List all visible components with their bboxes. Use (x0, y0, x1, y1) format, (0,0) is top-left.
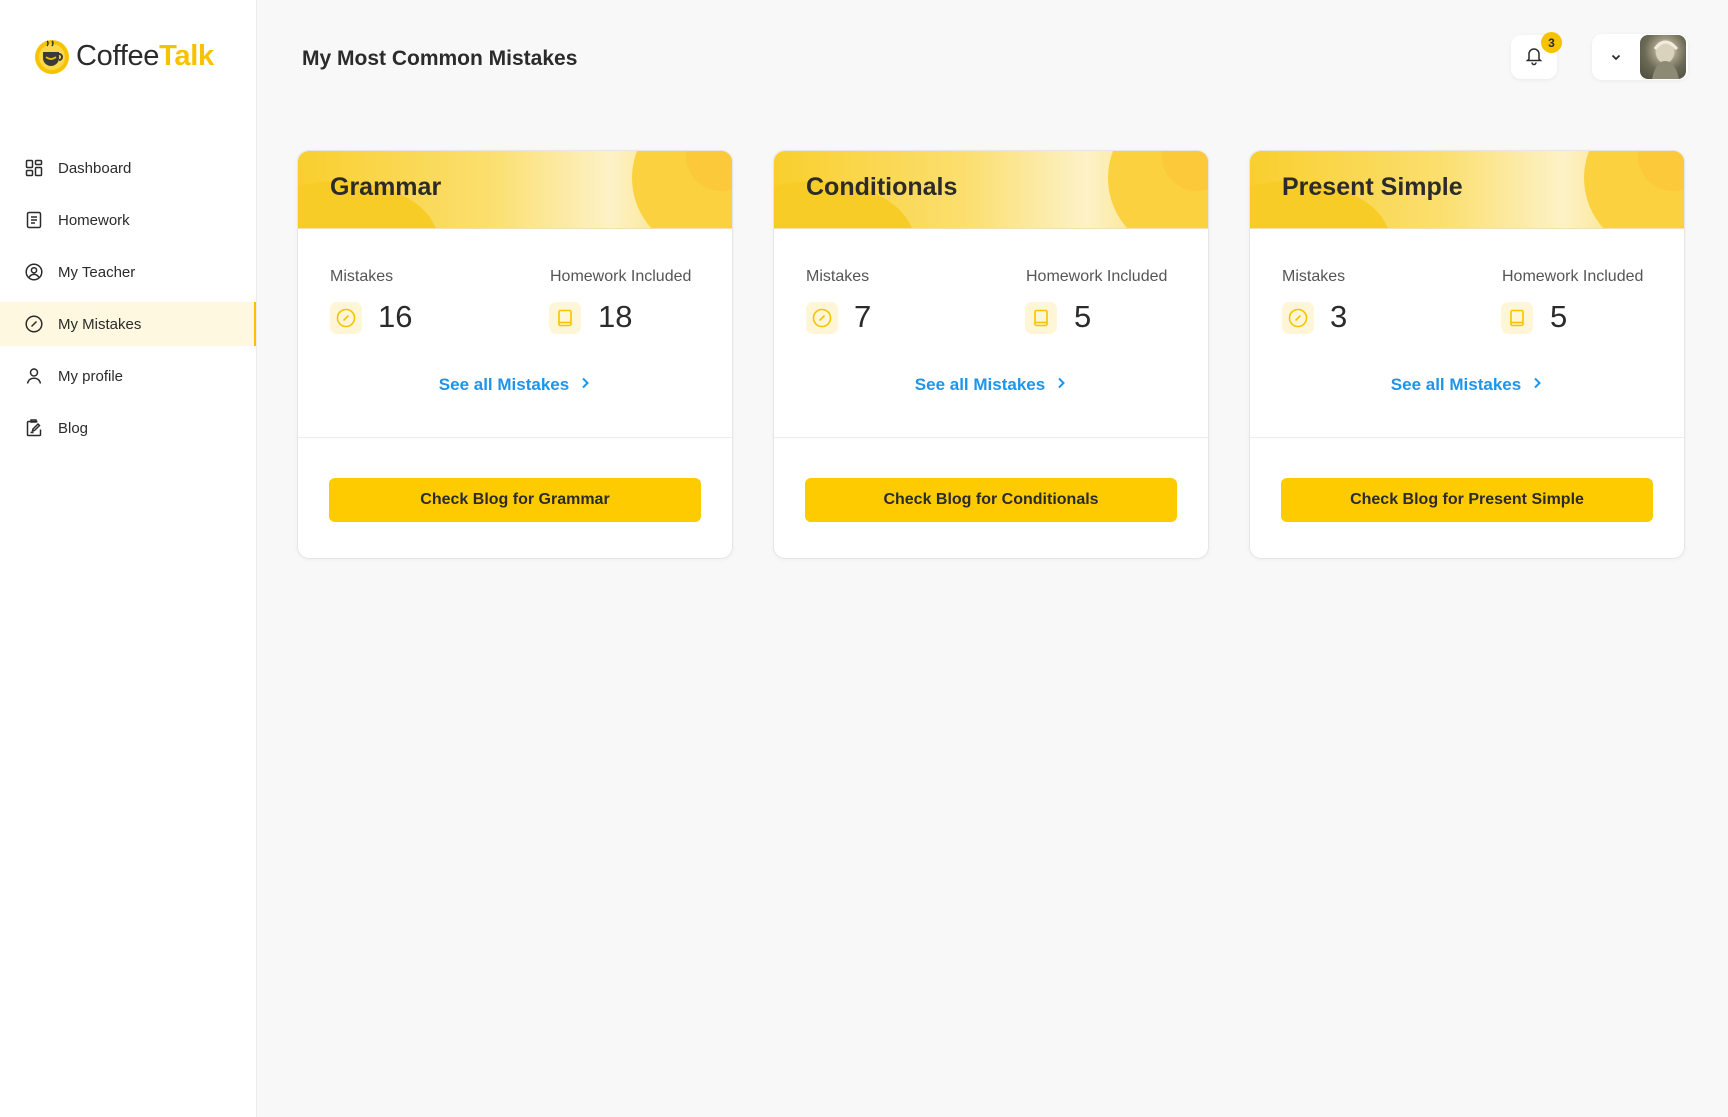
mistakes-label: Mistakes (806, 268, 870, 285)
card-header: Grammar (298, 151, 732, 229)
sidebar-item-label: My Mistakes (58, 315, 142, 333)
dashboard-icon (24, 158, 44, 178)
page-title: My Most Common Mistakes (302, 47, 578, 70)
blog-edit-icon (24, 418, 44, 438)
check-circle-icon (24, 314, 44, 334)
see-all-label: See all Mistakes (914, 375, 1046, 394)
sidebar-item-label: My Teacher (58, 263, 136, 281)
mistake-card-grammar: Grammar Mistakes Homework Included 16 18… (297, 150, 733, 559)
see-all-mistakes-link[interactable]: See all Mistakes (774, 375, 1208, 395)
logo-text-talk: Talk (159, 39, 214, 72)
homework-count: 5 (1074, 299, 1092, 334)
coffee-cup-logo-icon (32, 36, 72, 76)
see-all-label: See all Mistakes (1390, 375, 1522, 394)
sidebar: CoffeeTalk Dashboard Homework My Teacher… (0, 0, 257, 1117)
homework-label: Homework Included (550, 268, 692, 285)
sidebar-item-label: Homework (58, 211, 130, 229)
avatar (1640, 35, 1686, 79)
sidebar-item-my-mistakes[interactable]: My Mistakes (0, 302, 256, 346)
sidebar-item-blog[interactable]: Blog (0, 406, 256, 450)
user-icon (24, 366, 44, 386)
logo-text-coffee: Coffee (76, 39, 160, 72)
book-icon (1025, 302, 1057, 334)
card-title: Grammar (330, 173, 442, 201)
book-icon (549, 302, 581, 334)
chevron-right-icon (1531, 375, 1543, 395)
see-all-mistakes-link[interactable]: See all Mistakes (1250, 375, 1684, 395)
sidebar-nav: Dashboard Homework My Teacher My Mistake… (0, 146, 256, 458)
card-header: Conditionals (774, 151, 1208, 229)
user-menu-button[interactable] (1592, 34, 1688, 80)
sidebar-item-my-teacher[interactable]: My Teacher (0, 250, 256, 294)
see-all-label: See all Mistakes (438, 375, 570, 394)
mistake-compass-icon (806, 302, 838, 334)
card-title: Conditionals (806, 173, 958, 201)
check-blog-button[interactable]: Check Blog for Conditionals (805, 478, 1177, 522)
check-blog-button[interactable]: Check Blog for Grammar (329, 478, 701, 522)
check-blog-button[interactable]: Check Blog for Present Simple (1281, 478, 1653, 522)
mistakes-label: Mistakes (1282, 268, 1346, 285)
sidebar-item-label: Blog (58, 419, 89, 437)
sidebar-item-homework[interactable]: Homework (0, 198, 256, 242)
logo[interactable]: CoffeeTalk (32, 36, 214, 76)
mistake-compass-icon (330, 302, 362, 334)
homework-count: 5 (1550, 299, 1568, 334)
mistakes-count: 7 (854, 299, 872, 334)
mistake-card-present-simple: Present Simple Mistakes Homework Include… (1249, 150, 1685, 559)
chevron-right-icon (1055, 375, 1067, 395)
document-icon (24, 210, 44, 230)
notification-count-badge: 3 (1541, 32, 1562, 53)
book-icon (1501, 302, 1533, 334)
chevron-right-icon (579, 375, 591, 395)
homework-count: 18 (598, 299, 633, 334)
card-title: Present Simple (1282, 173, 1463, 201)
card-divider (298, 437, 732, 438)
homework-label: Homework Included (1026, 268, 1168, 285)
sidebar-item-label: Dashboard (58, 159, 132, 177)
card-divider (1250, 437, 1684, 438)
mistakes-count: 3 (1330, 299, 1348, 334)
mistakes-count: 16 (378, 299, 413, 334)
mistakes-label: Mistakes (330, 268, 394, 285)
user-circle-icon (24, 262, 44, 282)
chevron-down-icon (1608, 49, 1624, 65)
logo-text: CoffeeTalk (76, 40, 214, 73)
homework-label: Homework Included (1502, 268, 1644, 285)
mistake-card-conditionals: Conditionals Mistakes Homework Included … (773, 150, 1209, 559)
mistake-compass-icon (1282, 302, 1314, 334)
sidebar-item-my-profile[interactable]: My profile (0, 354, 256, 398)
card-divider (774, 437, 1208, 438)
sidebar-item-label: My profile (58, 367, 124, 385)
see-all-mistakes-link[interactable]: See all Mistakes (298, 375, 732, 395)
card-header: Present Simple (1250, 151, 1684, 229)
sidebar-item-dashboard[interactable]: Dashboard (0, 146, 256, 190)
